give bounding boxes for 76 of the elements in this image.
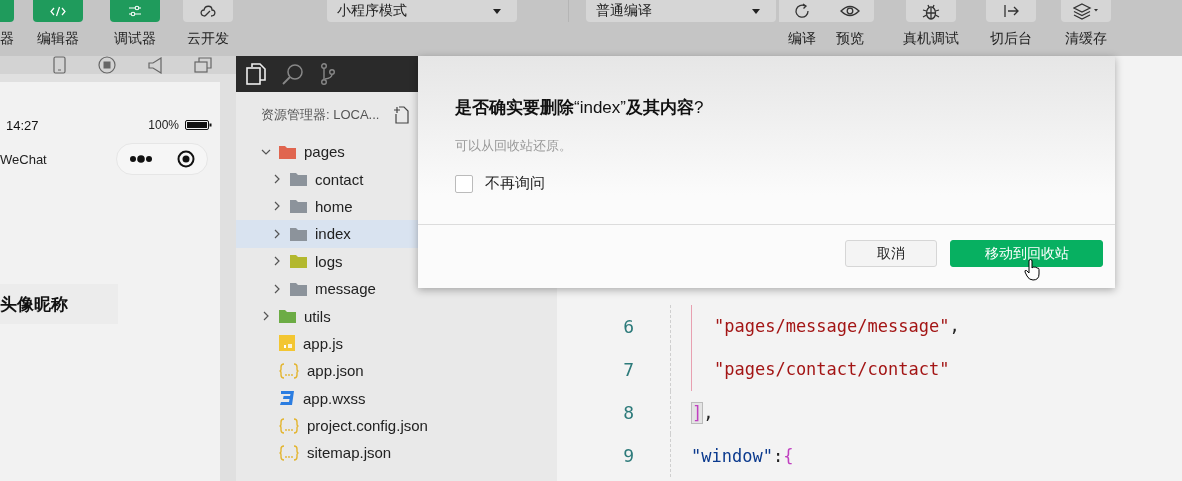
speaker-icon[interactable]	[148, 56, 162, 74]
braces-icon	[279, 362, 299, 379]
tree-item[interactable]: app.wxss	[236, 384, 557, 412]
line-number: 8	[557, 391, 671, 434]
tree-item[interactable]: project.config.json	[236, 411, 557, 440]
more-icon[interactable]	[129, 155, 153, 163]
branch-icon[interactable]	[320, 63, 336, 85]
braces-icon	[279, 417, 299, 434]
caret-icon	[752, 8, 760, 14]
exit-arrow-icon	[1002, 3, 1020, 19]
tool-label: 切后台	[990, 30, 1032, 46]
toolbar-button[interactable]	[986, 0, 1036, 22]
tree-item[interactable]: home	[236, 192, 557, 221]
chevron-right-icon[interactable]	[261, 311, 271, 322]
tool-label: 调试器	[114, 30, 156, 46]
tree-item[interactable]: message	[236, 274, 557, 303]
toolbar-button[interactable]	[777, 0, 827, 22]
mode-dropdown[interactable]: 普通编译	[586, 0, 776, 22]
tree-item[interactable]: logs	[236, 247, 557, 275]
search-icon[interactable]	[282, 63, 304, 85]
eye-icon	[840, 4, 860, 18]
status-time: 14:27	[6, 117, 39, 133]
refresh-icon	[794, 3, 811, 19]
nav-title: WeChat	[0, 151, 47, 167]
tool-label: 真机调试	[903, 30, 959, 46]
mode-dropdown[interactable]: 小程序模式	[327, 0, 517, 22]
code-line: "window":{	[691, 445, 794, 466]
chevron-right-icon[interactable]	[272, 283, 282, 294]
css-icon	[279, 390, 295, 407]
tool-label: 编辑器	[37, 30, 79, 46]
line-number: 6	[557, 305, 671, 348]
tool-label: 云开发	[187, 30, 229, 46]
code-line: "pages/contact/contact"	[691, 348, 950, 391]
tool-label: 清缓存	[1065, 30, 1107, 46]
sliders-icon	[128, 5, 142, 17]
toolbar-button[interactable]	[826, 0, 874, 22]
caret-icon	[493, 8, 501, 14]
chevron-right-icon[interactable]	[272, 228, 282, 239]
cloud-icon	[199, 4, 217, 18]
js-file-icon	[279, 335, 295, 352]
checkbox[interactable]	[455, 174, 473, 193]
toolbar-button[interactable]	[1061, 0, 1111, 22]
tree-item[interactable]: app.js	[236, 329, 557, 358]
content-text: 头像昵称	[0, 293, 68, 316]
cancel-button[interactable]: 取消	[845, 240, 937, 267]
tool-label: 器	[0, 30, 14, 46]
toolbar-button[interactable]	[906, 0, 956, 22]
checkbox-label: 不再询问	[485, 174, 545, 193]
new-file-icon[interactable]	[393, 106, 410, 124]
battery-icon	[185, 120, 212, 130]
files-icon[interactable]	[246, 63, 266, 85]
chevron-right-icon[interactable]	[272, 174, 282, 185]
hand-cursor-icon	[1024, 259, 1040, 281]
record-icon[interactable]	[98, 56, 116, 74]
toolbar-button[interactable]	[183, 0, 233, 22]
code-icon	[49, 4, 67, 18]
braces-icon	[279, 445, 299, 461]
tree-item[interactable]: utils	[236, 302, 557, 330]
explorer-title: 资源管理器: LOCA...	[261, 106, 380, 124]
tool-label: 编译	[788, 30, 816, 46]
battery-text: 100%	[148, 118, 179, 132]
line-number: 7	[557, 348, 671, 391]
chevron-right-icon[interactable]	[272, 256, 282, 267]
line-number: 9	[557, 434, 671, 477]
target-icon[interactable]	[177, 150, 195, 168]
tree-item[interactable]: sitemap.json	[236, 439, 557, 467]
dialog-message: 可以从回收站还原。	[455, 137, 573, 155]
bug-icon	[922, 2, 940, 20]
code-line: "pages/message/message",	[691, 305, 960, 348]
dialog-title: 是否确实要删除“index”及其内容?	[455, 97, 705, 119]
chevron-right-icon[interactable]	[272, 201, 282, 212]
layers-icon	[1073, 2, 1099, 20]
tree-item[interactable]: app.json	[236, 357, 557, 385]
windows-icon[interactable]	[194, 57, 212, 73]
tool-label: 预览	[836, 30, 864, 46]
capsule-menu[interactable]	[116, 143, 208, 175]
